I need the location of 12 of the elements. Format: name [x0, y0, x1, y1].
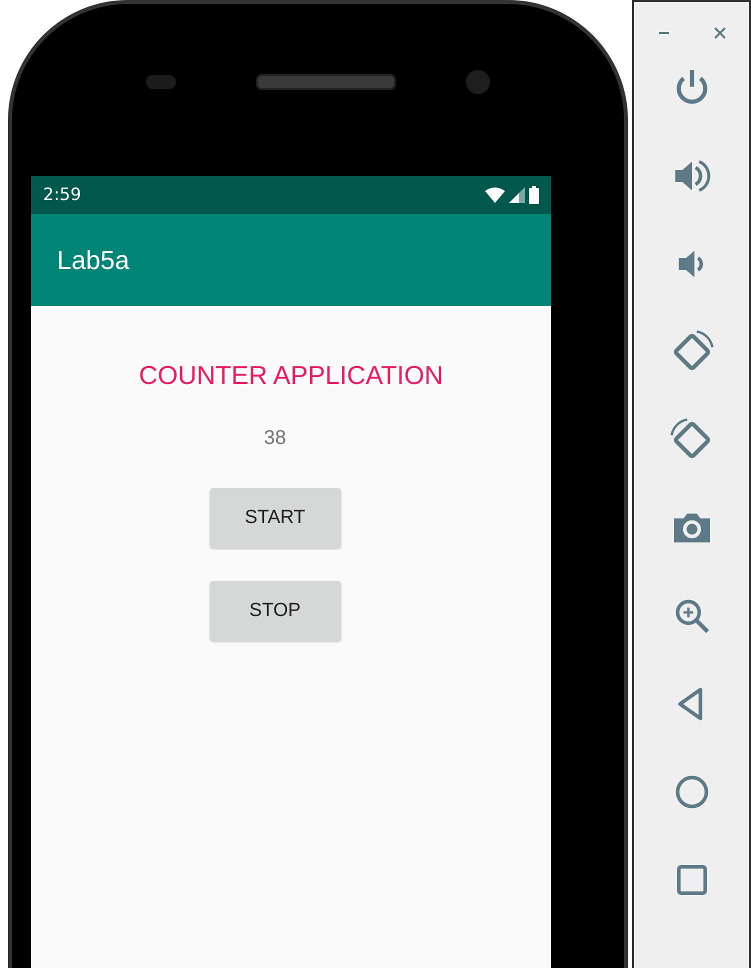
action-button[interactable]: START — [210, 488, 340, 548]
action-button[interactable]: STOP — [210, 581, 340, 641]
close-icon[interactable] — [712, 26, 726, 40]
app-title: Lab5a — [57, 244, 130, 276]
signal-icon — [509, 187, 525, 203]
status-time: 2:59 — [43, 185, 82, 205]
heading-text: COUNTER APPLICATION — [138, 360, 444, 391]
camera-icon — [466, 70, 490, 94]
sensor-icon — [146, 75, 176, 89]
wifi-icon — [485, 187, 505, 203]
counter-value: 38 — [264, 427, 286, 450]
battery-icon — [529, 186, 539, 204]
